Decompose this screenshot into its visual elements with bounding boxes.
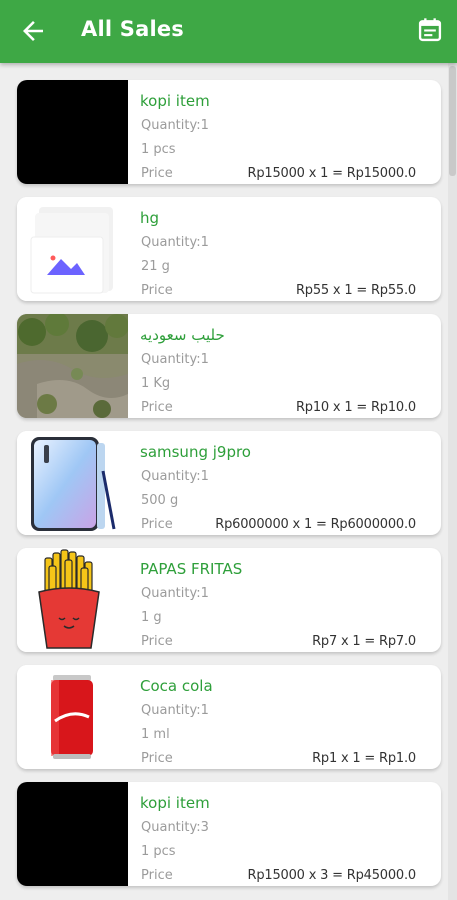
unit-text: 1 Kg — [141, 376, 171, 391]
product-name: kopi item — [140, 794, 210, 812]
french-fries-illustration — [17, 548, 128, 652]
unit-text: 1 ml — [141, 727, 170, 742]
price-label: Price — [141, 166, 173, 181]
arrow-left-icon — [23, 21, 43, 41]
sale-card[interactable]: Coca cola Quantity:1 1 ml Price Rp1 x 1 … — [17, 665, 441, 769]
price-calculation: Rp6000000 x 1 = Rp6000000.0 — [215, 517, 416, 532]
product-image — [17, 665, 128, 769]
price-calculation: Rp55 x 1 = Rp55.0 — [295, 283, 416, 298]
sale-card[interactable]: samsung j9pro Quantity:1 500 g Price Rp6… — [17, 431, 441, 535]
product-name: hg — [140, 209, 160, 227]
product-name: PAPAS FRITAS — [140, 560, 243, 578]
price-calculation: Rp15000 x 1 = Rp15000.0 — [247, 166, 417, 181]
product-image — [17, 197, 128, 301]
product-name: Coca cola — [140, 677, 213, 695]
sale-card[interactable]: kopi item Quantity:1 1 pcs Price Rp15000… — [17, 80, 441, 184]
sales-list[interactable]: kopi item Quantity:1 1 pcs Price Rp15000… — [0, 63, 457, 900]
cola-can-photo — [17, 665, 128, 769]
sale-card[interactable]: kopi item Quantity:3 1 pcs Price Rp15000… — [17, 782, 441, 886]
unit-text: 1 pcs — [141, 844, 176, 859]
sale-card[interactable]: hg Quantity:1 21 g Price Rp55 x 1 = Rp55… — [17, 197, 441, 301]
unit-text: 500 g — [141, 493, 179, 508]
unit-text: 21 g — [141, 259, 170, 274]
image-placeholder-icon — [17, 197, 128, 301]
price-label: Price — [141, 751, 173, 766]
product-image — [17, 782, 128, 886]
quantity-text: Quantity:1 — [141, 352, 209, 367]
price-label: Price — [141, 868, 173, 883]
quantity-text: Quantity:3 — [141, 820, 209, 835]
quantity-text: Quantity:1 — [141, 118, 209, 133]
product-name: حليب سعوديه — [140, 326, 225, 344]
price-calculation: Rp15000 x 3 = Rp45000.0 — [247, 868, 417, 883]
landscape-photo — [17, 314, 128, 418]
product-image — [17, 314, 128, 418]
price-calculation: Rp7 x 1 = Rp7.0 — [312, 634, 416, 649]
product-image — [17, 80, 128, 184]
scrollbar-track[interactable] — [448, 63, 457, 900]
sale-card[interactable]: PAPAS FRITAS Quantity:1 1 g Price Rp7 x … — [17, 548, 441, 652]
price-calculation: Rp1 x 1 = Rp1.0 — [312, 751, 416, 766]
price-label: Price — [141, 517, 173, 532]
quantity-text: Quantity:1 — [141, 703, 209, 718]
quantity-text: Quantity:1 — [141, 235, 209, 250]
app-bar: All Sales — [0, 0, 457, 63]
price-label: Price — [141, 400, 173, 415]
product-image — [17, 431, 128, 535]
page-title: All Sales — [81, 17, 184, 41]
product-name: kopi item — [140, 92, 210, 110]
quantity-text: Quantity:1 — [141, 586, 209, 601]
price-label: Price — [141, 283, 173, 298]
unit-text: 1 g — [141, 610, 162, 625]
smartphone-photo — [17, 431, 128, 535]
price-label: Price — [141, 634, 173, 649]
sale-card[interactable]: حليب سعوديه Quantity:1 1 Kg Price Rp10 x… — [17, 314, 441, 418]
quantity-text: Quantity:1 — [141, 469, 209, 484]
calendar-icon — [418, 18, 442, 42]
scrollbar-thumb[interactable] — [449, 66, 456, 176]
calendar-button[interactable] — [416, 16, 444, 44]
product-image — [17, 548, 128, 652]
unit-text: 1 pcs — [141, 142, 176, 157]
back-button[interactable] — [18, 16, 48, 46]
price-calculation: Rp10 x 1 = Rp10.0 — [295, 400, 416, 415]
product-name: samsung j9pro — [140, 443, 251, 461]
